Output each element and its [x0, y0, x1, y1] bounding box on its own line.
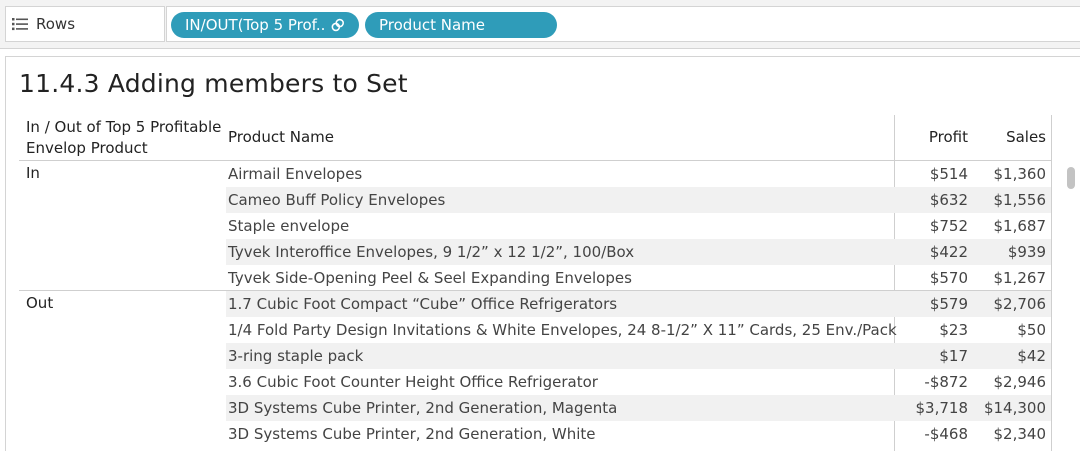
cell-sales[interactable]: $1,360 — [971, 161, 1047, 187]
cell-profit[interactable]: $422 — [896, 239, 968, 265]
cell-profit[interactable]: -$468 — [896, 421, 968, 447]
rows-label: Rows — [36, 15, 76, 33]
cell-sales[interactable]: $1,556 — [971, 187, 1047, 213]
vertical-scrollbar[interactable] — [1064, 161, 1078, 451]
cell-sales[interactable]: $2,706 — [971, 291, 1047, 317]
cell-product-name[interactable]: 3-ring staple pack — [228, 343, 363, 369]
header-group[interactable]: In / Out of Top 5 Profitable Envelop Pro… — [26, 117, 226, 159]
group-label-in[interactable]: In — [26, 160, 40, 186]
rows-list-icon — [12, 18, 28, 31]
worksheet: 11.4.3 Adding members to Set In / Out of… — [5, 56, 1080, 451]
cell-profit[interactable]: $632 — [896, 187, 968, 213]
cell-sales[interactable]: $14,300 — [971, 395, 1046, 421]
cell-product-name[interactable]: 1.7 Cubic Foot Compact “Cube” Office Ref… — [228, 291, 617, 317]
set-link-icon — [332, 18, 345, 32]
cell-product-name[interactable]: Cameo Buff Policy Envelopes — [228, 187, 445, 213]
cell-profit[interactable]: $3,718 — [896, 395, 969, 421]
cell-product-name[interactable]: Tyvek Interoffice Envelopes, 9 1/2” x 12… — [228, 239, 634, 265]
header-profit[interactable]: Profit — [906, 127, 968, 148]
header-sales[interactable]: Sales — [981, 127, 1046, 148]
rows-shelf-label: Rows — [5, 6, 165, 42]
cell-sales[interactable]: $939 — [971, 239, 1046, 265]
rows-shelf: Rows IN/OUT(Top 5 Prof.. Product Name — [0, 0, 1080, 49]
cell-product-name[interactable]: Tyvek Side-Opening Peel & Seel Expanding… — [228, 265, 632, 291]
scroll-thumb[interactable] — [1067, 167, 1075, 189]
pill-product-name[interactable]: Product Name — [365, 12, 557, 38]
cell-profit[interactable]: -$872 — [896, 369, 968, 395]
cell-sales[interactable]: $50 — [971, 317, 1046, 343]
cell-sales[interactable]: $2,340 — [971, 421, 1047, 447]
pill-in-out-set[interactable]: IN/OUT(Top 5 Prof.. — [171, 12, 359, 38]
cell-product-name[interactable]: 3.6 Cubic Foot Counter Height Office Ref… — [228, 369, 598, 395]
group-label-out[interactable]: Out — [26, 290, 53, 316]
pill-label: Product Name — [379, 16, 485, 34]
cell-profit[interactable]: $570 — [896, 265, 968, 291]
sheet-title: 11.4.3 Adding members to Set — [19, 69, 408, 98]
cell-sales[interactable]: $1,687 — [971, 213, 1047, 239]
header-product-name[interactable]: Product Name — [228, 127, 334, 148]
cell-product-name[interactable]: 1/4 Fold Party Design Invitations & Whit… — [228, 317, 897, 343]
cell-product-name[interactable]: 3D Systems Cube Printer, 2nd Generation,… — [228, 421, 596, 447]
cell-profit[interactable]: $752 — [896, 213, 968, 239]
cell-product-name[interactable]: Airmail Envelopes — [228, 161, 362, 187]
cell-profit[interactable]: $579 — [896, 291, 968, 317]
cell-product-name[interactable]: 3D Systems Cube Printer, 2nd Generation,… — [228, 395, 617, 421]
cell-profit[interactable]: $23 — [896, 317, 968, 343]
rows-drop-zone[interactable]: IN/OUT(Top 5 Prof.. Product Name — [166, 6, 1080, 42]
cell-profit[interactable]: $514 — [896, 161, 968, 187]
cell-sales[interactable]: $42 — [971, 343, 1046, 369]
cell-sales[interactable]: $1,267 — [971, 265, 1047, 291]
pill-label: IN/OUT(Top 5 Prof.. — [185, 16, 326, 34]
cell-profit[interactable]: $17 — [896, 343, 968, 369]
cell-product-name[interactable]: Staple envelope — [228, 213, 349, 239]
column-divider — [1051, 115, 1052, 451]
cell-sales[interactable]: $2,946 — [971, 369, 1047, 395]
